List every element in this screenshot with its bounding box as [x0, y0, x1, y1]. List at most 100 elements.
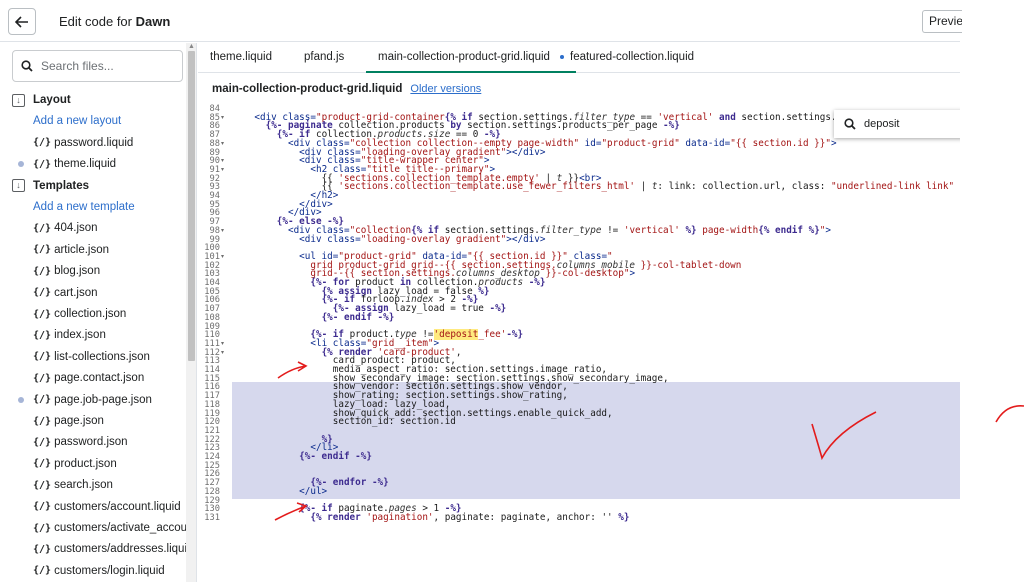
sidebar-item-label: customers/login.liquid [54, 564, 165, 577]
sidebar-file-item[interactable]: {/} password.json [0, 432, 186, 452]
search-match-highlight: 'deposit [433, 329, 479, 341]
sidebar-item-label: customers/account.liquid [54, 500, 181, 513]
code-token: </ul> [299, 485, 328, 497]
file-sidebar: Search files... ↓ Layout Add a new layout {… [0, 43, 197, 582]
sidebar-item-label: list-collections.json [54, 350, 150, 363]
code-line: {{ 'sections.collection_template.use_few… [232, 181, 961, 193]
fold-arrow-icon[interactable]: ▾ [221, 166, 224, 175]
file-code-icon: {/} [33, 329, 52, 341]
theme-name: Dawn [135, 14, 171, 29]
file-code-icon: {/} [33, 265, 52, 277]
tab-file[interactable]: theme.liquid [198, 43, 284, 73]
code-token: > [629, 268, 636, 280]
sidebar-file-item[interactable]: {/} search.json [0, 475, 186, 495]
sidebar-item-label: customers/addresses.liquid [54, 543, 186, 556]
sidebar-file-item[interactable]: {/} customers/login.liquid [0, 561, 186, 581]
sidebar-file-item[interactable]: {/} index.json [0, 325, 186, 345]
code-token: {% endif %} [758, 224, 820, 236]
sidebar-file-item[interactable]: {/} product.json [0, 454, 186, 474]
sidebar-file-item[interactable]: {/} list-collections.json [0, 347, 186, 367]
older-versions-link[interactable]: Older versions [410, 83, 481, 95]
code-token: -%} [506, 329, 524, 341]
code-token: > [825, 224, 832, 236]
sidebar-item-label: page.json [54, 415, 104, 427]
folder-download-icon: ↓ [12, 93, 25, 107]
sidebar-file-item[interactable]: {/} collection.json [0, 304, 186, 324]
sidebar-file-item[interactable]: {/} blog.json [0, 261, 186, 281]
code-token: }} [954, 181, 961, 192]
sidebar-scrollbar[interactable]: ▲ [186, 43, 196, 582]
tab-file[interactable]: pfand.js [292, 43, 356, 73]
fold-arrow-icon[interactable]: ▾ [221, 227, 224, 236]
sidebar-item-label: Templates [33, 179, 90, 192]
code-token: and [713, 111, 742, 123]
sidebar-file-item[interactable]: {/} 404.json [0, 218, 186, 238]
arrow-left-icon [15, 15, 28, 28]
sidebar-file-item[interactable]: {/} theme.liquid [0, 154, 186, 174]
folder-layout[interactable]: ↓ Layout [0, 90, 186, 110]
search-files-input[interactable]: Search files... [12, 50, 183, 82]
code-token: %} [679, 224, 697, 236]
sidebar-item-label: customers/activate_account.liquid [54, 522, 186, 534]
code-token: > [830, 137, 837, 149]
file-code-icon: {/} [33, 351, 52, 363]
find-box[interactable]: deposit [834, 110, 960, 138]
scroll-up-icon[interactable]: ▲ [188, 43, 195, 50]
preview-button[interactable]: Preview [922, 10, 962, 33]
sidebar-file-item[interactable]: {/} customers/account.liquid [0, 497, 186, 517]
code-token: {% render [310, 511, 367, 523]
sidebar-file-item[interactable]: {/} cart.json [0, 283, 186, 303]
code-token: , [455, 346, 462, 358]
sidebar-file-item[interactable]: {/} password.liquid [0, 133, 186, 153]
sidebar-file-item[interactable]: {/} page.contact.json [0, 368, 186, 388]
code-editor-app: Edit code for Dawn Preview Search files.… [0, 0, 1024, 582]
find-input[interactable]: deposit [864, 118, 899, 130]
sidebar-item-label: blog.json [54, 265, 101, 278]
tab-file[interactable]: main-collection-product-grid.liquid [366, 43, 576, 73]
folder-templates[interactable]: ↓ Templates [0, 176, 186, 196]
code-token: filter_type [539, 224, 602, 236]
code-token: 'vertical' [623, 224, 680, 236]
code-token: -%} [663, 120, 680, 132]
back-button[interactable] [8, 8, 36, 35]
add-new-link[interactable]: Add a new layout [0, 111, 186, 131]
sidebar-item-label: index.json [54, 329, 106, 342]
tab-file[interactable]: featured-collection.liquid [558, 43, 706, 73]
code-editor[interactable]: 84 85 ▾ 86 87 88 ▾ 89 90 ▾ 91 ▾ 92 93 94 95 96 97 98 ▾ 99 100… [198, 104, 960, 582]
code-token: "{{ section.id }}" [730, 137, 831, 149]
fold-arrow-icon[interactable]: ▾ [221, 157, 224, 166]
file-code-icon: {/} [33, 158, 52, 170]
sidebar-file-item[interactable]: {/} article.json [0, 240, 186, 260]
file-code-icon: {/} [33, 137, 52, 149]
file-code-icon: {/} [33, 244, 52, 256]
file-code-icon: {/} [33, 501, 52, 513]
code-token: page-width [696, 224, 759, 236]
sidebar-file-item[interactable]: {/}customers/activate_account.liquid [0, 518, 186, 538]
code-token: "loading-overlay gradient" [360, 233, 507, 245]
code-token: }}-col-desktop" [539, 268, 630, 280]
title-prefix: Edit code for [59, 14, 132, 29]
file-code-icon: {/} [33, 565, 52, 577]
fold-arrow-icon[interactable]: ▾ [221, 349, 224, 358]
code-token: 'sections.collection_template.use_fewer_… [338, 181, 636, 193]
fold-arrow-icon[interactable]: ▾ [221, 340, 224, 349]
current-file-name: main-collection-product-grid.liquid [212, 83, 403, 95]
add-new-link[interactable]: Add a new template [0, 197, 186, 217]
file-code-icon: {/} [33, 308, 52, 320]
sidebar-item-label: theme.liquid [54, 158, 117, 171]
code-token: 'pagination' [366, 511, 434, 523]
code-token: "product-grid" [601, 137, 680, 149]
sidebar-file-item[interactable]: {/} page.job-page.json [0, 390, 186, 410]
scrollbar-thumb[interactable] [188, 51, 195, 361]
fold-arrow-icon[interactable]: ▾ [221, 253, 224, 262]
fold-arrow-icon[interactable]: ▾ [221, 140, 224, 149]
code-line: {% render 'pagination', paginate: pagina… [232, 511, 629, 523]
fold-arrow-icon[interactable]: ▾ [221, 114, 224, 123]
code-line: {%- endif -%} [232, 451, 372, 462]
annotation-arc [995, 405, 1024, 423]
sidebar-file-item[interactable]: {/} page.json [0, 411, 186, 431]
modified-dot-icon [18, 396, 24, 403]
sidebar-file-item[interactable]: {/} customers/addresses.liquid [0, 539, 186, 559]
